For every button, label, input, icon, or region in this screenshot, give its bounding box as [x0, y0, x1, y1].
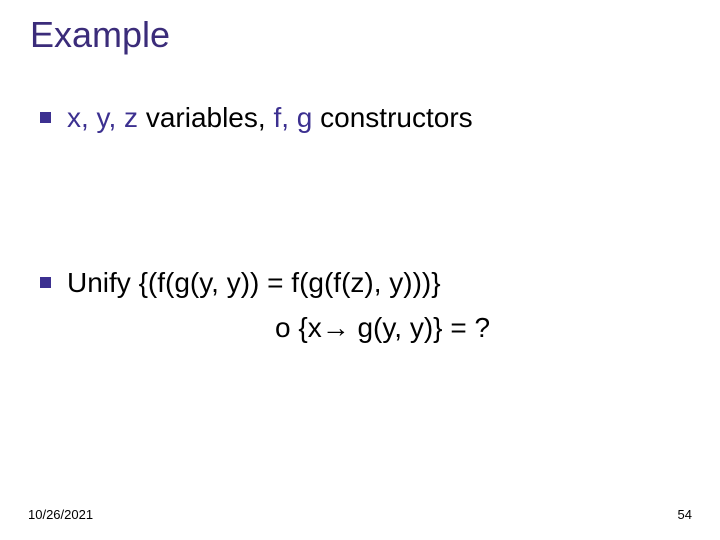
bullet-1-cons: f, g: [273, 102, 312, 133]
slide: Example x, y, z variables, f, g construc…: [0, 0, 720, 540]
bullet-1-seg2: variables,: [138, 102, 273, 133]
bullet-2-line2: o {x→ g(y, y)} = ?: [275, 310, 680, 345]
square-bullet-icon: [40, 112, 51, 123]
square-bullet-icon: [40, 277, 51, 288]
bullet-2-line1: Unify {(f(g(y, y)) = f(g(f(z), y)))}: [67, 265, 441, 300]
slide-body: x, y, z variables, f, g constructors Uni…: [40, 100, 680, 345]
slide-title: Example: [30, 14, 170, 56]
footer-page-number: 54: [678, 507, 692, 522]
bullet-item-1: x, y, z variables, f, g constructors: [40, 100, 680, 135]
bullet-1-vars: x, y, z: [67, 102, 138, 133]
footer-date: 10/26/2021: [28, 507, 93, 522]
bullet-item-2: Unify {(f(g(y, y)) = f(g(f(z), y)))}: [40, 265, 680, 300]
bullet-1-seg4: constructors: [312, 102, 472, 133]
bullet-1-text: x, y, z variables, f, g constructors: [67, 100, 473, 135]
